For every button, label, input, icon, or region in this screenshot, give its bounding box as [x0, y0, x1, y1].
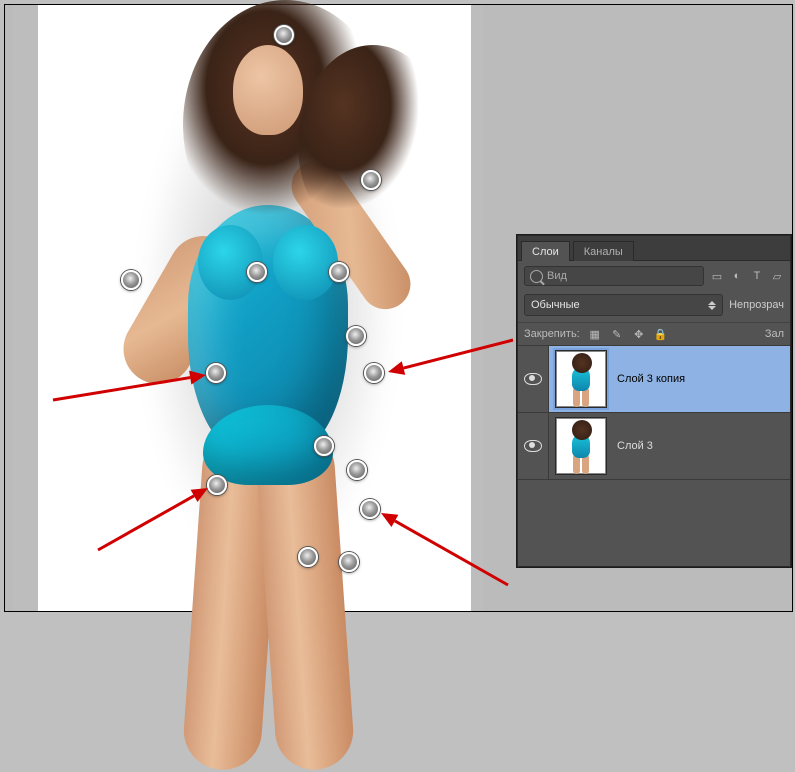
panel-tabbar: Слои Каналы: [518, 236, 790, 261]
fill-label: Зал: [765, 328, 784, 340]
lock-all-icon[interactable]: 🔒: [654, 327, 668, 341]
warp-pin[interactable]: [314, 436, 334, 456]
tab-channels[interactable]: Каналы: [573, 241, 634, 261]
layer-row[interactable]: Слой 3: [518, 412, 790, 480]
warp-pin[interactable]: [361, 170, 381, 190]
chevron-updown-icon: [708, 301, 716, 310]
layers-panel: Слои Каналы Вид ▭ ◐ T ▱ Обычные Непрозра…: [517, 235, 791, 567]
lock-label: Закрепить:: [524, 328, 580, 340]
warp-pin[interactable]: [247, 262, 267, 282]
opacity-label: Непрозрач: [729, 299, 784, 311]
warp-pin[interactable]: [207, 475, 227, 495]
warp-pin[interactable]: [274, 25, 294, 45]
filter-image-icon[interactable]: ▭: [710, 269, 724, 283]
blend-mode-select[interactable]: Обычные: [524, 294, 723, 316]
figure-image: [38, 5, 471, 611]
layer-name[interactable]: Слой 3 копия: [613, 373, 790, 385]
warp-pin[interactable]: [364, 363, 384, 383]
canvas-pad-right: [471, 5, 483, 611]
warp-pin[interactable]: [346, 326, 366, 346]
warp-pin[interactable]: [298, 547, 318, 567]
filter-placeholder: Вид: [547, 270, 567, 282]
lock-move-icon[interactable]: ✥: [632, 327, 646, 341]
warp-pin[interactable]: [329, 262, 349, 282]
warp-pin[interactable]: [360, 499, 380, 519]
warp-pin[interactable]: [206, 363, 226, 383]
layer-filter-input[interactable]: Вид: [524, 266, 704, 286]
blend-mode-value: Обычные: [531, 299, 580, 311]
filter-adjust-icon[interactable]: ◐: [730, 269, 744, 283]
canvas-pad-left: [13, 5, 38, 611]
filter-shape-icon[interactable]: ▱: [770, 269, 784, 283]
tab-layers[interactable]: Слои: [521, 241, 570, 261]
lock-pixels-icon[interactable]: ▦: [588, 327, 602, 341]
search-icon: [530, 270, 543, 283]
canvas[interactable]: [13, 5, 483, 611]
filter-type-icon[interactable]: T: [750, 269, 764, 283]
warp-pin[interactable]: [347, 460, 367, 480]
layer-name[interactable]: Слой 3: [613, 440, 790, 452]
eye-icon: [524, 440, 542, 452]
lock-brush-icon[interactable]: ✎: [610, 327, 624, 341]
layer-thumbnail[interactable]: [555, 417, 607, 475]
layer-row[interactable]: Слой 3 копия: [518, 345, 790, 413]
layer-thumbnail[interactable]: [555, 350, 607, 408]
layer-visibility-toggle[interactable]: [518, 346, 549, 412]
warp-pin[interactable]: [339, 552, 359, 572]
eye-icon: [524, 373, 542, 385]
warp-pin[interactable]: [121, 270, 141, 290]
layer-visibility-toggle[interactable]: [518, 413, 549, 479]
